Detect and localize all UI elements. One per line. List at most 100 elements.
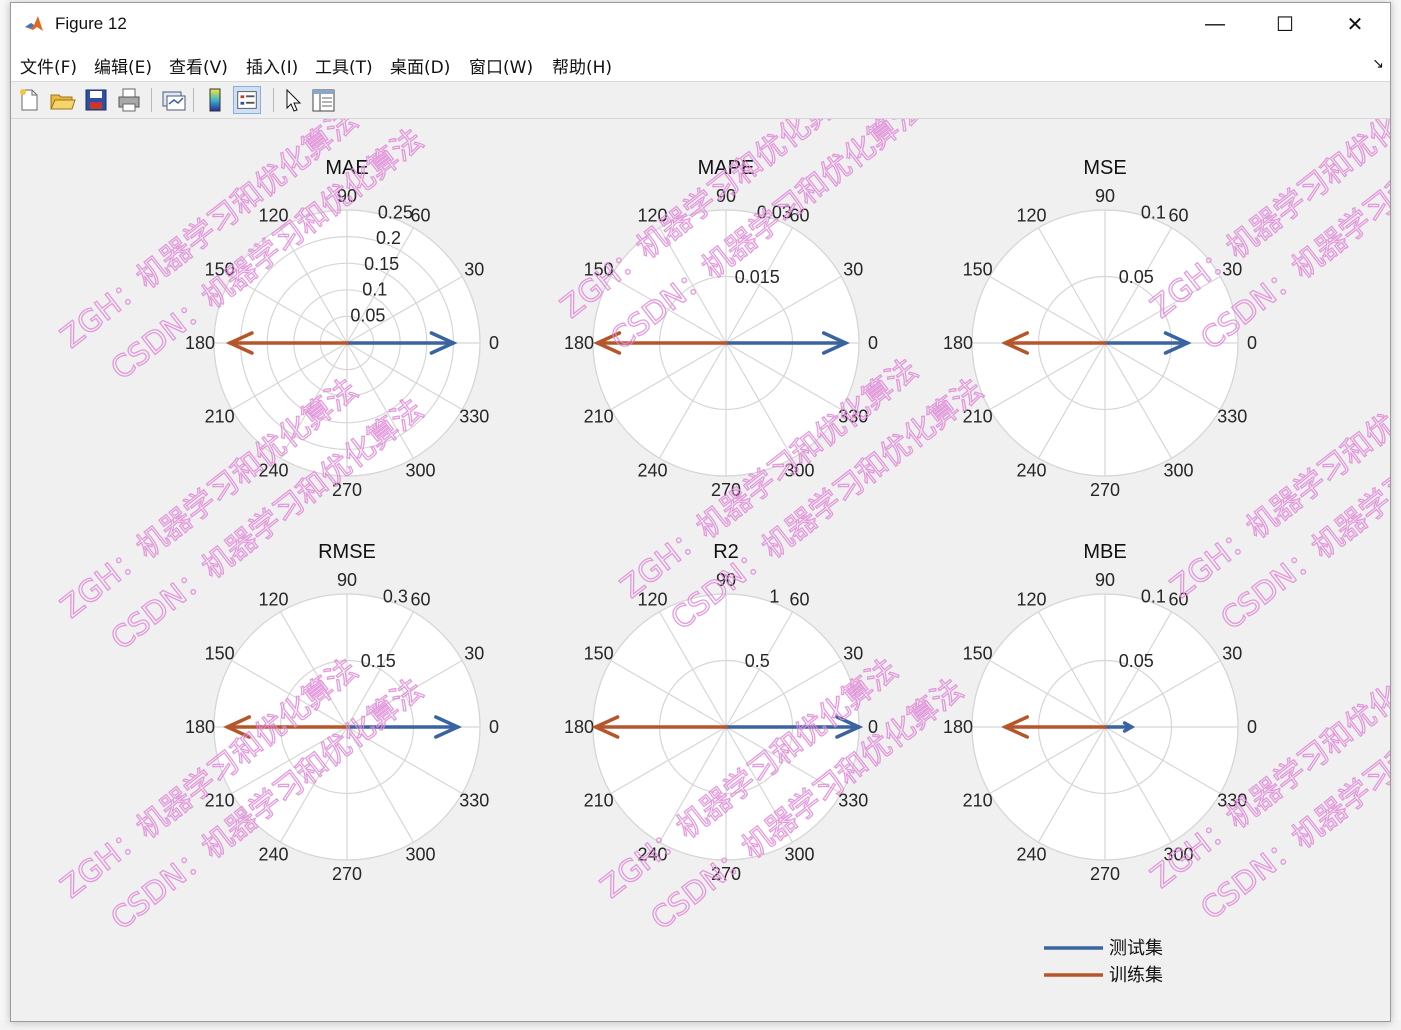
angle-tick-label: 150 (584, 644, 614, 664)
angle-tick-label: 60 (410, 206, 430, 226)
radius-tick-label: 0.25 (378, 203, 413, 223)
angle-tick-label: 210 (584, 407, 614, 427)
menu-bar: 文件(F) 编辑(E) 查看(V) 插入(I) 工具(T) 桌面(D) 窗口(W… (11, 45, 1390, 82)
print-icon[interactable] (115, 86, 143, 114)
matlab-logo-icon (23, 13, 45, 35)
angle-tick-label: 240 (637, 844, 667, 864)
angle-tick-label: 120 (1016, 590, 1046, 610)
title-bar[interactable]: Figure 12 — ☐ ✕ (11, 3, 1390, 45)
link-plot-icon[interactable] (159, 86, 187, 114)
radius-tick-label: 0.05 (1119, 267, 1154, 287)
angle-tick-label: 180 (943, 333, 973, 353)
close-button[interactable]: ✕ (1320, 3, 1390, 45)
angle-tick-label: 300 (1163, 460, 1193, 480)
property-inspector-icon[interactable] (309, 86, 337, 114)
legend: 测试集训练集 (1044, 938, 1163, 986)
angle-tick-label: 0 (868, 717, 878, 737)
angle-tick-label: 270 (332, 480, 362, 500)
angle-tick-label: 90 (716, 570, 736, 590)
angle-tick-label: 30 (1222, 644, 1242, 664)
dock-arrow-icon[interactable]: ↘ (1372, 55, 1384, 72)
maximize-button[interactable]: ☐ (1250, 3, 1320, 45)
menu-tools[interactable]: 工具(T) (315, 53, 373, 78)
angle-tick-label: 300 (784, 844, 814, 864)
angle-tick-label: 330 (838, 791, 868, 811)
radius-tick-label: 0.2 (376, 228, 401, 248)
angle-tick-label: 150 (963, 644, 993, 664)
angle-tick-label: 240 (258, 844, 288, 864)
angle-tick-label: 30 (1222, 260, 1242, 280)
radius-tick-label: 0.03 (757, 203, 792, 223)
angle-tick-label: 150 (205, 644, 235, 664)
angle-tick-label: 60 (789, 206, 809, 226)
angle-tick-label: 150 (584, 260, 614, 280)
angle-tick-label: 60 (410, 590, 430, 610)
angle-tick-label: 30 (464, 644, 484, 664)
colorbar-icon[interactable] (201, 86, 229, 114)
angle-tick-label: 270 (711, 480, 741, 500)
radius-tick-label: 0.015 (735, 267, 780, 287)
angle-tick-label: 210 (205, 407, 235, 427)
maximize-icon: ☐ (1276, 13, 1294, 36)
angle-tick-label: 330 (838, 407, 868, 427)
angle-tick-label: 0 (1247, 333, 1257, 353)
chart-title: RMSE (318, 541, 376, 563)
menu-desktop[interactable]: 桌面(D) (390, 53, 450, 78)
close-icon: ✕ (1346, 13, 1364, 36)
angle-tick-label: 180 (564, 333, 594, 353)
angle-tick-label: 270 (332, 864, 362, 884)
legend-icon[interactable] (233, 86, 261, 114)
angle-tick-label: 300 (405, 460, 435, 480)
menu-file[interactable]: 文件(F) (20, 53, 77, 78)
angle-tick-label: 120 (1016, 206, 1046, 226)
minimize-icon: — (1205, 12, 1225, 35)
chart-title: MSE (1083, 157, 1126, 179)
menu-edit[interactable]: 编辑(E) (94, 53, 152, 78)
angle-tick-label: 30 (843, 644, 863, 664)
chart-title: MAPE (698, 157, 755, 179)
menu-view[interactable]: 查看(V) (169, 53, 228, 78)
angle-tick-label: 60 (789, 590, 809, 610)
radius-tick-label: 0.05 (350, 305, 385, 325)
menu-window[interactable]: 窗口(W) (469, 53, 533, 78)
angle-tick-label: 300 (1163, 844, 1193, 864)
angle-tick-label: 120 (637, 590, 667, 610)
legend-label: 测试集 (1109, 938, 1163, 959)
angle-tick-label: 330 (1217, 791, 1247, 811)
tool-bar (11, 82, 1390, 119)
polar-chart-mse: 0 30 60 90 120 150 180 210 240 270 300 330 0.05 0.1 MS… (943, 157, 1257, 500)
angle-tick-label: 90 (1095, 570, 1115, 590)
angle-tick-label: 240 (258, 460, 288, 480)
radius-tick-label: 0.1 (1141, 203, 1166, 223)
angle-tick-label: 210 (963, 407, 993, 427)
window-title: Figure 12 (55, 14, 127, 33)
polar-chart-r2: 0 30 60 90 120 150 180 210 240 270 300 330 0.5 1 R2 (564, 541, 878, 884)
radius-tick-label: 0.3 (383, 587, 408, 607)
angle-tick-label: 180 (185, 717, 215, 737)
angle-tick-label: 180 (185, 333, 215, 353)
menu-help[interactable]: 帮助(H) (552, 53, 612, 78)
new-figure-icon[interactable] (15, 86, 43, 114)
toolbar-separator (151, 88, 152, 112)
angle-tick-label: 300 (405, 844, 435, 864)
angle-tick-label: 120 (637, 206, 667, 226)
angle-tick-label: 180 (943, 717, 973, 737)
figure-window: Figure 12 — ☐ ✕ 文件(F) 编辑(E) 查看(V) 插入(I) … (10, 2, 1391, 1022)
angle-tick-label: 120 (258, 206, 288, 226)
edit-pointer-icon[interactable] (279, 86, 307, 114)
minimize-button[interactable]: — (1180, 3, 1250, 45)
radius-tick-label: 0.15 (364, 254, 399, 274)
open-file-icon[interactable] (48, 86, 76, 114)
angle-tick-label: 30 (464, 260, 484, 280)
radius-tick-label: 0.1 (362, 280, 387, 300)
angle-tick-label: 180 (564, 717, 594, 737)
radius-tick-label: 1 (769, 587, 779, 607)
save-icon[interactable] (82, 86, 110, 114)
angle-tick-label: 210 (584, 791, 614, 811)
polar-chart-mae: 0 30 60 90 120 150 180 210 240 270 300 330 0.05 0.1 0.… (185, 157, 499, 500)
legend-label: 训练集 (1109, 965, 1163, 986)
angle-tick-label: 270 (1090, 480, 1120, 500)
angle-tick-label: 0 (489, 717, 499, 737)
angle-tick-label: 150 (205, 260, 235, 280)
menu-insert[interactable]: 插入(I) (246, 53, 298, 78)
